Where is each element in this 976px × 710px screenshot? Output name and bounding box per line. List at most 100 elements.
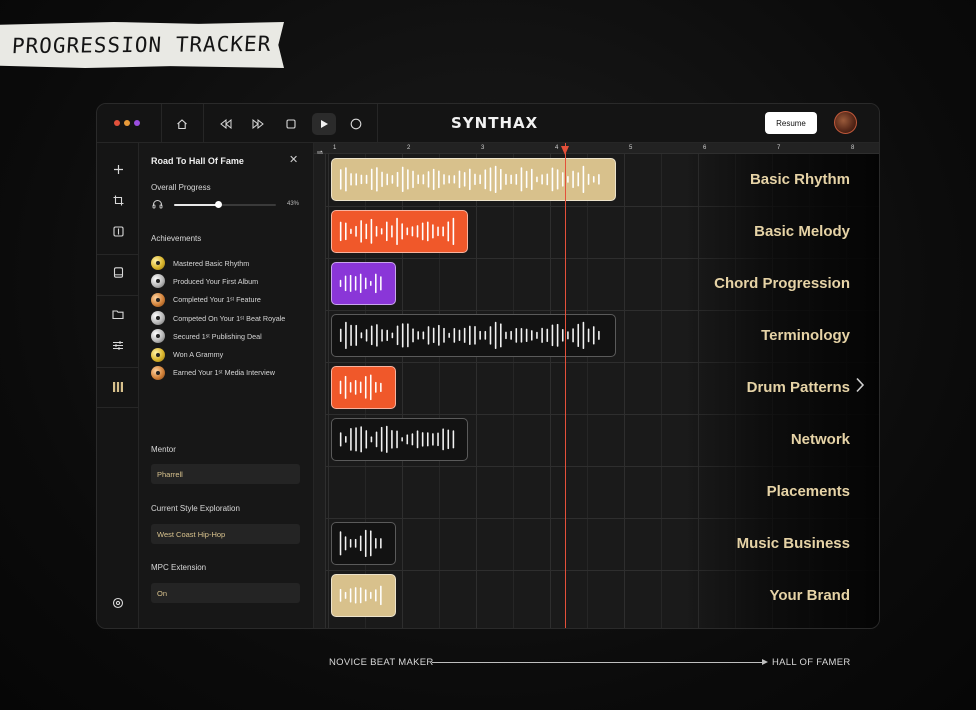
waveform-icon [339,425,455,454]
track-label[interactable]: Terminology [761,327,850,344]
overall-progress-label: Overall Progress [151,183,211,192]
achievement-item: Earned Your 1ˢᵗ Media Interview [151,364,311,382]
record-icon[interactable] [345,113,367,135]
track-label[interactable]: Chord Progression [714,275,850,292]
style-field[interactable]: West Coast Hip-Hop [151,524,300,544]
mpc-field[interactable]: On [151,583,300,603]
divider [203,104,204,143]
playhead-handle[interactable] [560,146,569,155]
divider [97,254,139,255]
track-clip[interactable] [331,262,397,305]
achievement-text: Produced Your First Album [173,276,259,286]
track-clip[interactable] [331,210,468,253]
folder-icon[interactable] [107,303,129,325]
progress-percent: 43% [287,201,300,207]
track-clip[interactable] [331,366,397,409]
mentor-field[interactable]: Pharrell [151,464,300,484]
track-label[interactable]: Basic Melody [754,223,850,240]
ruler-tick: 1 [333,145,337,151]
sliders-icon[interactable] [107,334,129,356]
track-clip[interactable] [331,522,397,565]
ruler-tick: 7 [777,145,781,151]
close-window-dot[interactable] [114,120,120,126]
crop-icon[interactable] [107,189,129,211]
achievement-item: Competed On Your 1ˢᵗ Beat Royale [151,309,311,327]
achievement-item: Produced Your First Album [151,272,311,290]
grid-row-line [326,466,879,467]
split-icon[interactable] [107,220,129,242]
waveform-icon [339,374,382,401]
track-clip[interactable] [331,314,616,357]
achievement-item: Mastered Basic Rhythm [151,254,311,272]
track-label[interactable]: Music Business [737,535,850,552]
track-clip[interactable] [331,418,468,461]
timeline-ruler[interactable]: 1 2 3 4 5 6 7 8 [314,143,879,156]
grid-row-line [326,518,879,519]
style-label: Current Style Exploration [151,504,240,513]
grid-row-line [326,414,879,415]
home-icon[interactable] [171,113,193,135]
top-bar: SYNTHAX Resume [97,104,879,143]
track-label[interactable]: Basic Rhythm [750,171,850,188]
stop-icon[interactable] [280,113,302,135]
track-clip[interactable] [331,158,616,201]
avatar[interactable] [834,111,857,134]
divider [377,104,378,143]
grid-subcolumn-line [661,154,662,628]
maximize-window-dot[interactable] [134,120,140,126]
ruler-tick: 4 [555,145,559,151]
achievement-item: Completed Your 1ˢᵗ Feature [151,291,311,309]
play-icon[interactable] [312,113,336,135]
tablet-icon[interactable] [107,261,129,283]
grid-row-line [326,206,879,207]
track-label[interactable]: Your Brand [769,587,850,604]
fast-forward-icon[interactable] [247,113,269,135]
plus-icon[interactable] [107,158,129,180]
tool-rail [97,143,139,628]
ruler-tick: 3 [481,145,485,151]
progress-knob[interactable] [214,201,222,208]
footer-end-label: HALL OF FAMER [772,657,851,668]
overall-progress-slider[interactable] [174,201,276,208]
library-icon[interactable] [107,376,129,398]
headphones-icon [152,199,163,212]
divider [97,295,139,296]
grid-subcolumn-line [587,154,588,628]
medal-bronze-icon [151,365,165,380]
waveform-icon [339,321,600,350]
grid-column-line [476,154,477,628]
close-icon[interactable]: ✕ [289,153,298,166]
progression-tracker-label: PROGRESSION TRACKER [0,22,284,68]
medal-silver-icon [151,311,165,326]
timeline-grid[interactable]: 1 2 3 4 5 6 7 8 Basic Rhythm Basic Melody Chord P… [314,143,879,628]
medal-silver-icon [151,329,165,344]
app-window: SYNTHAX Resume Road To Hall Of Fame ✕ Ov… [96,103,880,629]
grid-column-line [624,154,625,628]
playhead[interactable] [564,143,566,628]
synthax-logo: SYNTHAX [451,114,539,132]
track-label[interactable]: Placements [767,483,850,500]
resume-button[interactable]: Resume [765,112,817,134]
achievement-item: Secured 1ˢᵗ Publishing Deal [151,327,311,345]
track-label[interactable]: Network [791,431,850,448]
progress-fill [174,204,218,206]
grid-subcolumn-line [735,154,736,628]
settings-icon[interactable] [107,592,129,614]
divider [97,367,139,368]
track-header-rail [314,154,326,628]
window-controls [114,120,140,126]
chevron-right-icon[interactable] [855,377,865,398]
rewind-icon[interactable] [215,113,237,135]
grid-column-line [328,154,329,628]
minimize-window-dot[interactable] [124,120,130,126]
achievements-label: Achievements [151,234,202,243]
medal-bronze-icon [151,292,165,307]
medal-gold-icon [151,347,165,362]
track-label[interactable]: Drum Patterns [747,379,850,396]
ruler-tick: 6 [703,145,707,151]
waveform-icon [339,217,455,246]
achievement-text: Won A Grammy [173,350,224,360]
track-clip[interactable] [331,574,397,617]
arrow-right-icon [762,659,768,665]
achievement-text: Completed Your 1ˢᵗ Feature [173,295,261,305]
